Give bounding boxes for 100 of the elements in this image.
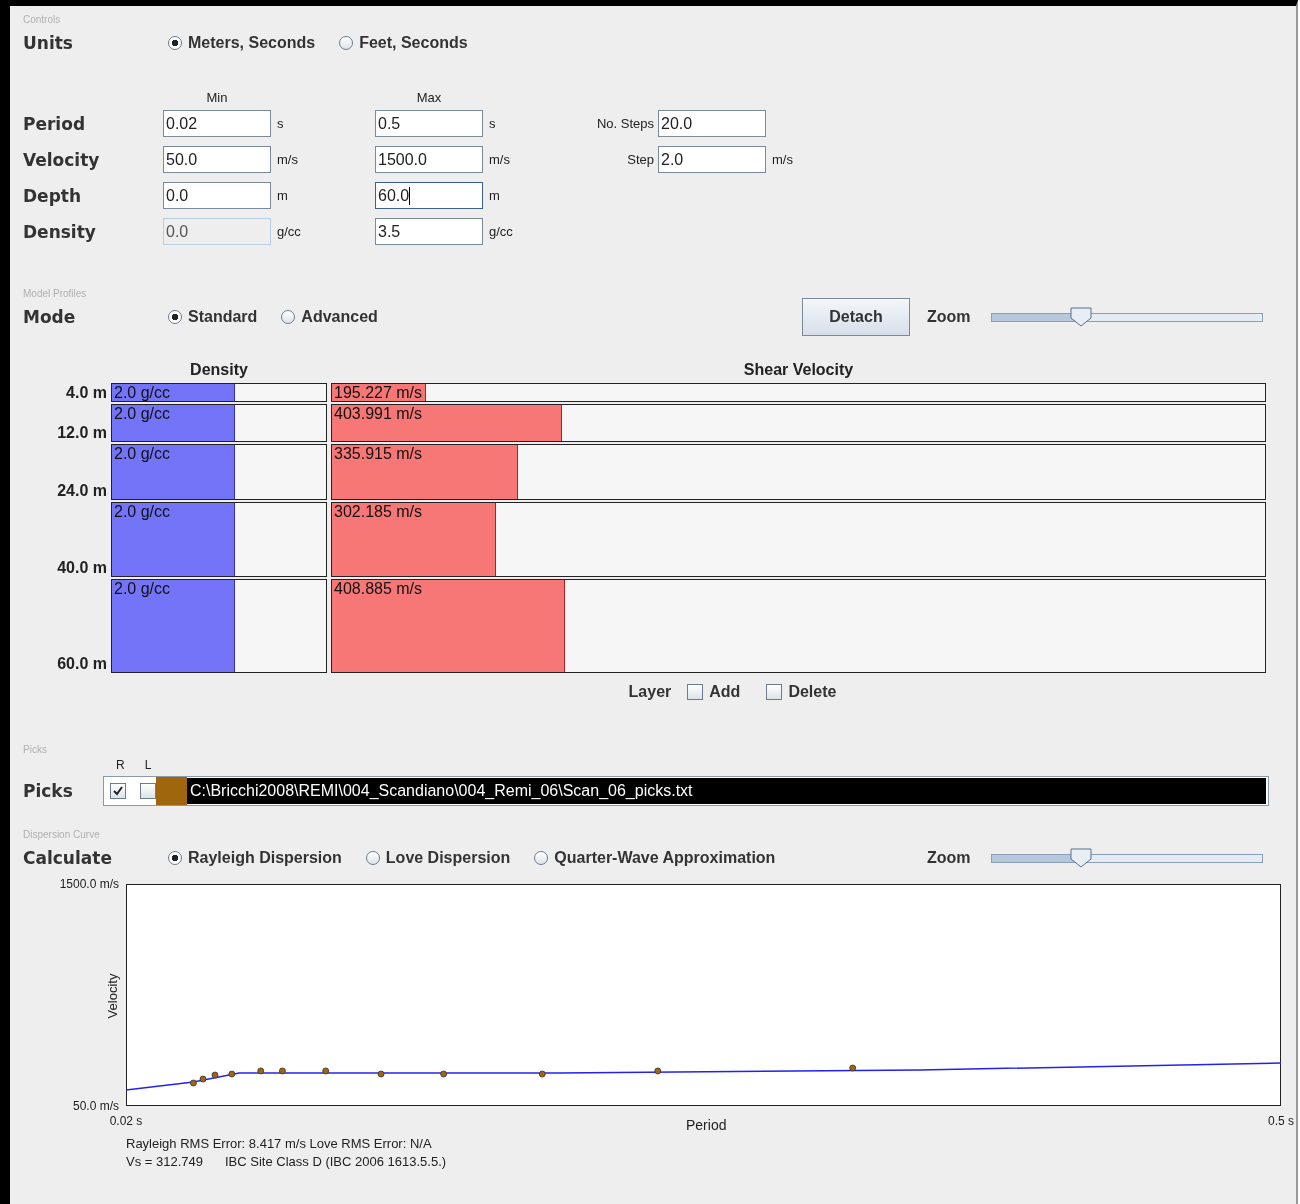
slider-thumb[interactable] (1069, 307, 1092, 327)
checkbox[interactable] (766, 684, 783, 701)
y-tick-label: 50.0 m/s (72, 1099, 119, 1114)
unit-label: m/s (276, 152, 299, 167)
density-value: 2.0 g/cc (113, 384, 171, 401)
zoom-slider[interactable] (991, 306, 1263, 328)
input-field[interactable]: 3.5 (375, 218, 483, 245)
radio-button[interactable] (534, 851, 549, 866)
input-field[interactable]: 0.5 (375, 110, 483, 137)
input-field[interactable]: 1500.0 (375, 146, 483, 173)
pick-point (211, 1071, 219, 1079)
x-tick-label: 0.5 s (1268, 1114, 1294, 1129)
x-axis-label: Period (686, 1117, 727, 1134)
radio-button[interactable] (365, 851, 380, 866)
depth-label: 4.0 m (65, 383, 107, 402)
input-field[interactable]: 0.0 (163, 182, 271, 209)
velocity-value: 302.185 m/s (333, 503, 423, 520)
density-value: 2.0 g/cc (113, 503, 171, 520)
radio-button[interactable] (281, 310, 296, 324)
pick-point (199, 1075, 207, 1083)
pick-point (377, 1070, 385, 1078)
radio-label[interactable]: Rayleigh Dispersion (188, 849, 342, 868)
section-title: Dispersion Curve (23, 829, 101, 842)
row-label: Velocity (23, 149, 101, 170)
picks-label: Picks (23, 781, 74, 802)
radio-label[interactable]: Quarter-Wave Approximation (554, 849, 776, 868)
unit-label: m/s (771, 152, 794, 167)
unit-label: g/cc (276, 224, 302, 239)
column-header: Density (189, 361, 249, 380)
depth-label: 24.0 m (56, 481, 107, 500)
velocity-value: 408.885 m/s (333, 580, 423, 598)
unit-label: g/cc (488, 224, 514, 239)
pick-point (257, 1067, 265, 1075)
pick-point (538, 1070, 546, 1078)
checkbox-label[interactable]: Add (709, 683, 741, 702)
column-header: Min (205, 90, 229, 105)
file-path: C:\Bricchi2008\REMI\004_Scandiano\004_Remi_06\Scan_06_picks.txt (187, 778, 1266, 805)
row-label: Depth (23, 185, 83, 206)
detach-button[interactable]: Detach (802, 298, 910, 336)
radio-label[interactable]: Advanced (301, 308, 378, 326)
input-field[interactable]: 20.0 (658, 110, 766, 137)
depth-label: 40.0 m (56, 558, 107, 578)
column-header: Max (415, 90, 443, 105)
unit-label: s (488, 116, 497, 131)
radio-label[interactable]: Feet, Seconds (359, 34, 468, 52)
layer-label: Layer (628, 683, 672, 702)
checkbox[interactable] (140, 783, 156, 800)
radio-label[interactable]: Love Dispersion (385, 849, 511, 868)
column-header: Shear Velocity (742, 361, 855, 380)
unit-label: m (276, 188, 289, 203)
input-field[interactable]: 50.0 (163, 146, 271, 173)
unit-label: m (488, 188, 501, 203)
section-title: Picks (23, 744, 48, 757)
zoom-label: Zoom (927, 308, 972, 326)
unit-label: m/s (488, 152, 511, 167)
density-value: 2.0 g/cc (113, 444, 171, 462)
y-axis-label: Velocity (104, 973, 120, 1019)
depth-label: 12.0 m (56, 422, 107, 442)
result-text: Rayleigh RMS Error: 8.417 m/s Love RMS Error: N/A (126, 1136, 432, 1152)
color-swatch[interactable] (156, 777, 187, 806)
slider-thumb[interactable] (1069, 848, 1092, 869)
radio-label[interactable]: Meters, Seconds (188, 34, 316, 52)
input-field[interactable]: 60.0 (375, 182, 483, 209)
pick-point (279, 1067, 286, 1075)
radio-button[interactable] (168, 851, 182, 866)
field-label: Step (626, 152, 655, 167)
zoom-label: Zoom (927, 849, 972, 868)
velocity-value: 195.227 m/s (333, 384, 423, 401)
pick-point (654, 1067, 662, 1075)
density-value: 2.0 g/cc (113, 580, 171, 598)
checkbox-label[interactable]: Delete (788, 683, 837, 702)
pick-point (849, 1064, 857, 1072)
zoom-slider[interactable] (991, 847, 1263, 870)
radio-label[interactable]: Standard (188, 308, 258, 326)
pick-point (190, 1079, 197, 1087)
field-label: No. Steps (595, 116, 655, 131)
radio-button[interactable] (339, 36, 354, 50)
x-tick-label: 0.02 s (109, 1114, 143, 1129)
pick-set-row[interactable]: C:\Bricchi2008\REMI\004_Scandiano\004_Remi_06\Scan_06_picks.txt (103, 776, 1269, 807)
radio-button[interactable] (168, 36, 182, 50)
row-label: Period (23, 113, 87, 134)
checkbox[interactable] (110, 783, 126, 800)
pick-point (228, 1070, 236, 1078)
velocity-value: 335.915 m/s (333, 444, 423, 462)
unit-label: s (276, 116, 285, 131)
calculate-label: Calculate (23, 848, 113, 869)
pick-point (322, 1067, 330, 1075)
column-header: L (144, 758, 152, 773)
mode-label: Mode (23, 307, 77, 327)
input-field[interactable]: 0.02 (163, 110, 271, 137)
checkbox[interactable] (687, 684, 704, 701)
row-label: Density (23, 221, 97, 242)
radio-button[interactable] (168, 310, 182, 324)
depth-label: 60.0 m (56, 654, 107, 674)
section-title: Model Profiles (23, 288, 88, 300)
pick-point (440, 1070, 448, 1078)
input-field[interactable]: 2.0 (658, 146, 766, 173)
density-value: 2.0 g/cc (113, 405, 171, 422)
result-text: Vs = 312.749 (126, 1154, 203, 1170)
y-tick-label: 1500.0 m/s (59, 877, 119, 892)
